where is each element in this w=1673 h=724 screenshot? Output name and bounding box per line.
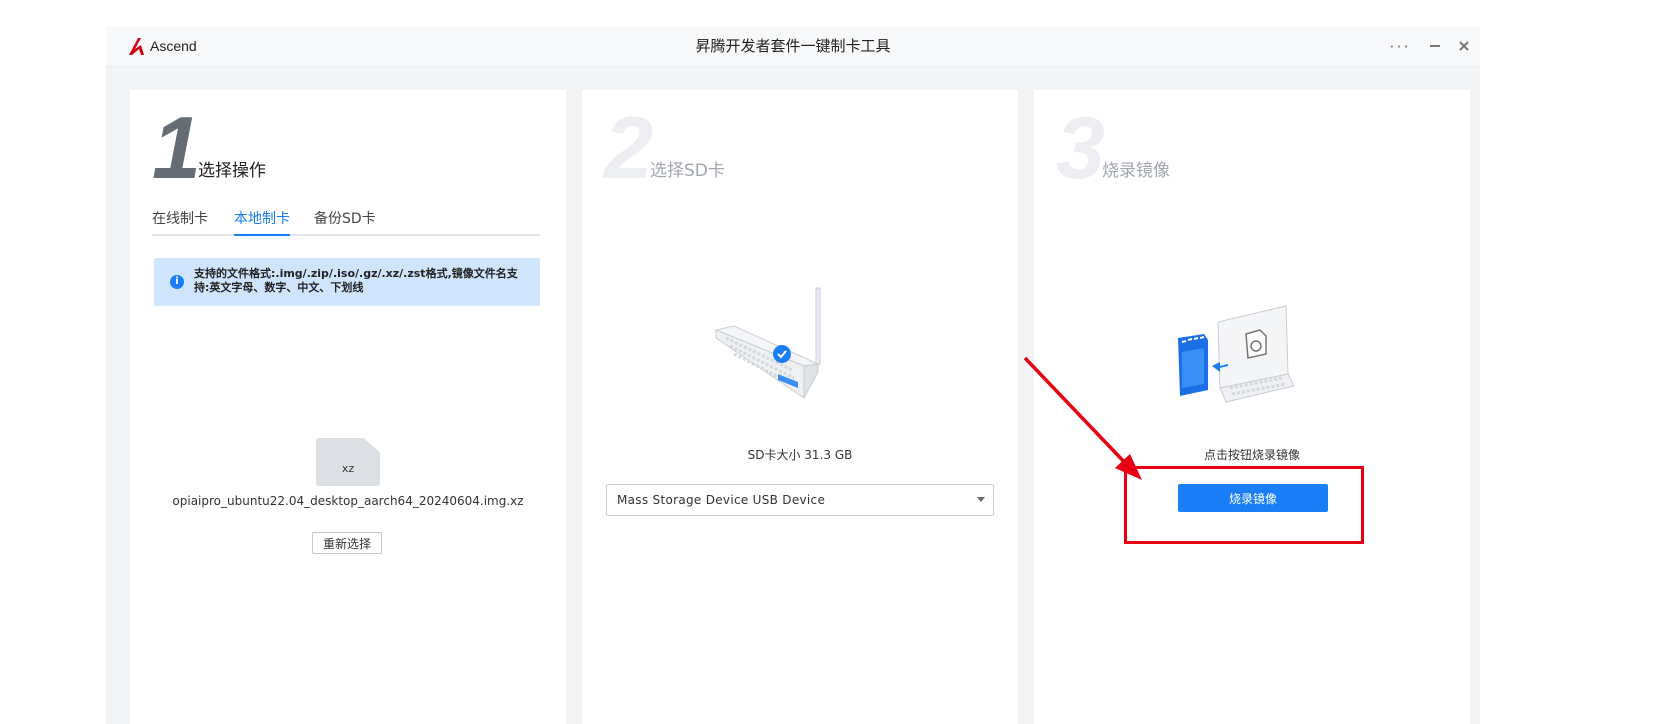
annotation-arrow-icon: [1023, 356, 1142, 480]
annotation-highlight-box: [1124, 466, 1364, 544]
